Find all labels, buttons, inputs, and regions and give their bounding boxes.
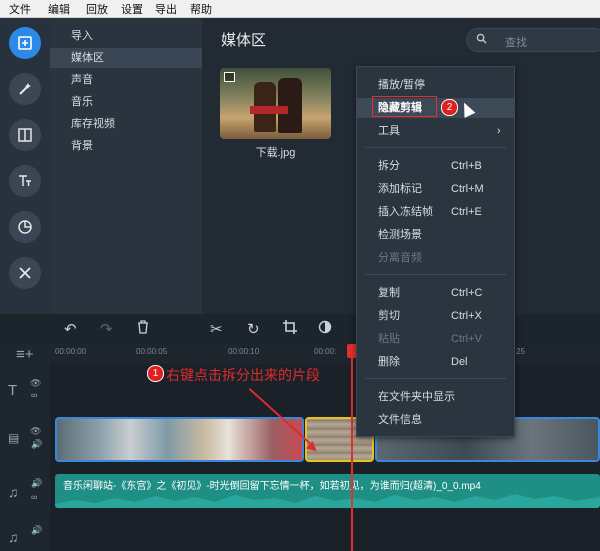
sidebar-item-music[interactable]: 音乐: [50, 92, 202, 112]
ruler-tick: 00:00:: [314, 347, 337, 356]
menu-settings[interactable]: 设置: [121, 1, 143, 17]
menu-item-copy[interactable]: 复制 Ctrl+C: [357, 283, 514, 303]
menu-playback[interactable]: 回放: [86, 1, 108, 17]
video-track-icon: ▤: [8, 431, 20, 445]
menu-item-freeze-frame[interactable]: 插入冻结帧 Ctrl+E: [357, 202, 514, 222]
add-track-icon[interactable]: ≡+: [16, 346, 34, 363]
sidebar-item-sound[interactable]: 声音: [50, 70, 202, 90]
tool-sidebar: [0, 18, 50, 314]
page-title: 媒体区: [221, 32, 267, 49]
menu-item-split[interactable]: 拆分 Ctrl+B: [357, 156, 514, 176]
search-icon: [476, 33, 487, 47]
menu-item-add-marker[interactable]: 添加标记 Ctrl+M: [357, 179, 514, 199]
audio-clip[interactable]: 音乐闲聊站-《东宫》之《初见》-时光倒回留下忘情一杯，如若初见，为谁而归(超清)…: [55, 474, 600, 508]
ruler-tick: 00:00:00: [55, 347, 87, 356]
track-headers: ≡+ T 👁 ∞ ▤ 👁 🔊 ♫ 🔊 ∞ ♫ 🔊: [0, 344, 50, 551]
time-ruler[interactable]: 00:00:00 00:00:05 00:00:10 00:00: 25: [50, 344, 600, 364]
menu-edit[interactable]: 编辑: [48, 1, 70, 17]
scissors-icon[interactable]: ✂: [210, 320, 223, 338]
volume-icon[interactable]: 🔊: [31, 478, 42, 489]
annotation-text: 右键点击拆分出来的片段: [166, 367, 320, 383]
menu-item-tools[interactable]: 工具 ›: [357, 121, 514, 141]
redo-icon[interactable]: ↷: [100, 320, 113, 338]
music-track-icon: ♫: [8, 529, 19, 545]
annotation-step-1: 1: [147, 365, 164, 382]
annotation-step-2: 2: [441, 99, 458, 116]
transition-icon[interactable]: [9, 119, 41, 151]
video-clip[interactable]: [55, 417, 304, 462]
image-type-icon: [224, 72, 235, 82]
clock-icon[interactable]: [9, 211, 41, 243]
menu-divider: [365, 378, 506, 379]
menu-item-detect-scenes[interactable]: 检测场景: [357, 225, 514, 245]
media-thumbnail[interactable]: [220, 68, 331, 139]
import-icon[interactable]: [9, 27, 41, 59]
menu-file[interactable]: 文件: [9, 1, 31, 17]
eye-icon[interactable]: 👁: [30, 378, 41, 389]
link-icon[interactable]: ∞: [31, 492, 37, 502]
rotate-icon[interactable]: ↻: [247, 320, 260, 338]
undo-icon[interactable]: ↶: [64, 320, 77, 338]
eye-icon[interactable]: 👁: [30, 426, 41, 437]
menu-item-play-pause[interactable]: 播放/暂停: [357, 75, 514, 95]
ruler-tick: 25: [516, 347, 525, 356]
menu-help[interactable]: 帮助: [190, 1, 212, 17]
text-track-icon: T: [8, 382, 18, 399]
menu-item-detach-audio: 分离音频: [378, 252, 422, 264]
trash-icon[interactable]: [137, 320, 149, 338]
ruler-tick: 00:00:05: [136, 347, 168, 356]
sidebar-item-media[interactable]: 媒体区: [50, 48, 202, 68]
menu-divider: [365, 274, 506, 275]
color-adjust-icon[interactable]: [318, 320, 332, 338]
video-track: [55, 417, 600, 462]
menu-bar: 文件 编辑 回放 设置 导出 帮助: [0, 0, 600, 18]
menu-item-file-info[interactable]: 文件信息: [357, 410, 514, 430]
search-placeholder: 查找: [505, 37, 527, 49]
menu-export[interactable]: 导出: [155, 1, 177, 17]
search-input[interactable]: 查找: [466, 28, 600, 52]
menu-item-show-in-folder[interactable]: 在文件夹中显示: [357, 387, 514, 407]
sidebar-item-import[interactable]: 导入: [50, 26, 202, 46]
crop-icon[interactable]: [283, 320, 297, 338]
menu-item-cut[interactable]: 剪切 Ctrl+X: [357, 306, 514, 326]
menu-item-delete[interactable]: 删除 Del: [357, 352, 514, 372]
media-file-name: 下载.jpg: [255, 147, 296, 159]
volume-icon[interactable]: 🔊: [31, 525, 42, 536]
menu-divider: [365, 147, 506, 148]
ruler-tick: 00:00:10: [228, 347, 260, 356]
text-icon[interactable]: [9, 165, 41, 197]
submenu-arrow-icon: ›: [497, 125, 501, 137]
tools-icon[interactable]: [9, 257, 41, 289]
link-icon[interactable]: ∞: [31, 390, 37, 400]
highlight-box: [372, 96, 437, 117]
media-category-list: 导入 媒体区 声音 音乐 库存视频 背景: [50, 18, 202, 314]
menu-item-paste: 粘贴 Ctrl+V: [378, 333, 482, 345]
volume-icon[interactable]: 🔊: [31, 439, 42, 450]
context-menu: 播放/暂停 隐藏剪辑 工具 › 拆分 Ctrl+B 添加标记 Ctrl+M 插入冻结帧…: [356, 66, 515, 437]
sidebar-item-background[interactable]: 背景: [50, 136, 202, 156]
playhead[interactable]: [351, 344, 353, 551]
sidebar-item-stock-video[interactable]: 库存视频: [50, 114, 202, 134]
music-track-icon: ♫: [8, 484, 19, 500]
audio-clip-label: 音乐闲聊站-《东宫》之《初见》-时光倒回留下忘情一杯，如若初见，为谁而归(超清)…: [63, 481, 481, 492]
magic-wand-icon[interactable]: [9, 73, 41, 105]
